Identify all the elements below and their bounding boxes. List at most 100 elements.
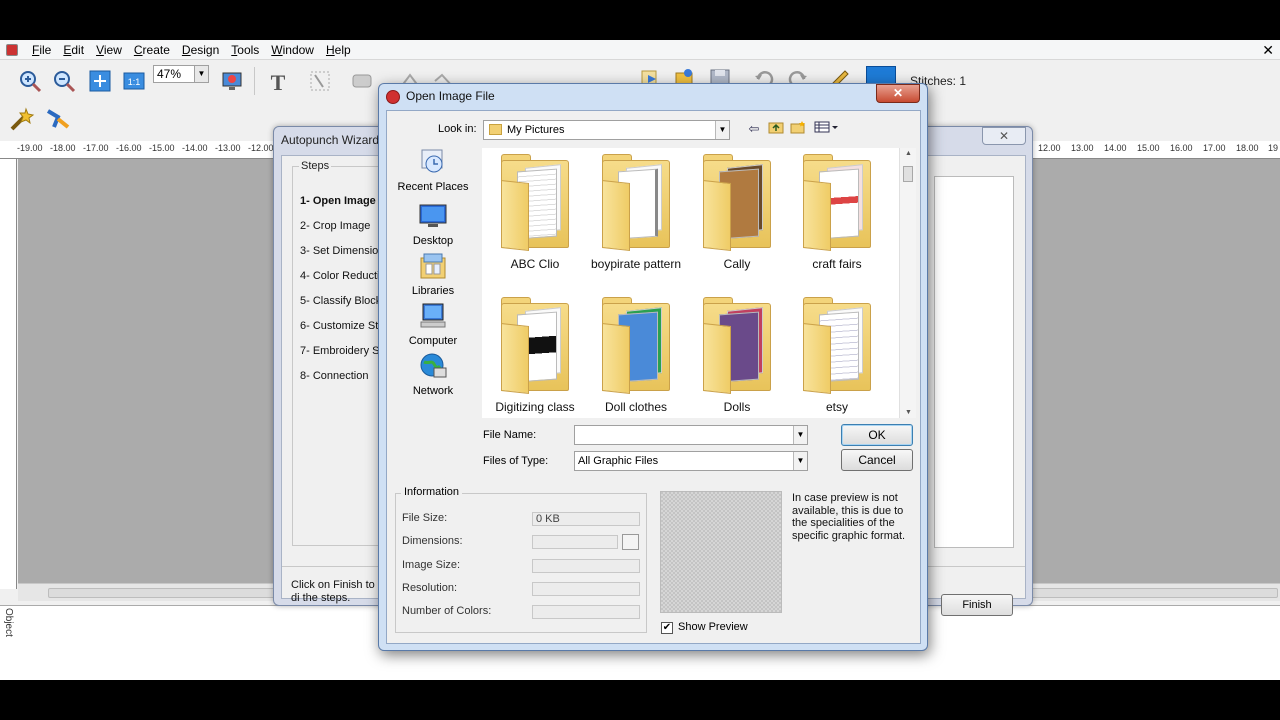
back-arrow-icon[interactable]: ⇦ — [745, 120, 763, 138]
dialog-close-icon[interactable]: ✕ — [876, 84, 920, 103]
menu-tools[interactable]: Tools — [225, 40, 265, 60]
place-computer[interactable]: Computer — [393, 302, 473, 347]
dimensions-button[interactable] — [622, 534, 639, 550]
dialog-title: Open Image File — [406, 89, 495, 103]
look-in-select[interactable]: My Pictures ▼ — [483, 120, 730, 140]
wizard-close-icon[interactable]: ✕ — [982, 127, 1026, 145]
place-libraries[interactable]: Libraries — [393, 252, 473, 297]
recent-places-icon — [421, 149, 443, 173]
place-label: Recent Places — [397, 181, 469, 193]
information-caption: Information — [401, 486, 463, 498]
resolution-value — [532, 582, 640, 596]
place-desktop[interactable]: Desktop — [393, 202, 473, 247]
finish-button[interactable]: Finish — [941, 594, 1013, 616]
ok-button[interactable]: OK — [841, 424, 913, 446]
folder-item[interactable]: boypirate pattern — [586, 150, 686, 280]
chevron-down-icon[interactable]: ▼ — [793, 452, 807, 470]
files-of-type-value: All Graphic Files — [578, 455, 659, 467]
app-icon — [6, 43, 18, 56]
text-tool-icon[interactable]: T — [264, 67, 292, 95]
objects-tab[interactable]: Object — [0, 608, 14, 678]
file-name-label: File Name: — [483, 429, 537, 441]
folder-item[interactable]: craft fairs — [787, 150, 887, 280]
wizard-hint: Click on Finish to di the steps. — [291, 579, 375, 604]
menu-window[interactable]: Window — [265, 40, 320, 60]
menu-create[interactable]: Create — [128, 40, 176, 60]
up-folder-icon[interactable] — [767, 120, 785, 138]
place-recent-places[interactable]: Recent Places — [393, 148, 473, 193]
zoom-in-icon[interactable] — [16, 67, 44, 95]
shape-tool-icon[interactable] — [348, 67, 376, 95]
place-label: Network — [412, 385, 454, 397]
files-of-type-select[interactable]: All Graphic Files ▼ — [574, 451, 808, 471]
ruler-label: -18.00 — [50, 143, 76, 153]
chevron-down-icon[interactable]: ▼ — [194, 66, 208, 82]
view-menu-icon[interactable] — [813, 120, 839, 138]
ruler-label: -12.00 — [248, 143, 274, 153]
number-of-colors-value — [532, 605, 640, 619]
new-folder-icon[interactable] — [789, 120, 807, 138]
folder-item[interactable]: Cally — [687, 150, 787, 280]
folder-item[interactable]: Dolls — [687, 293, 787, 423]
scrollbar-thumb[interactable] — [903, 166, 913, 182]
vertical-ruler — [0, 159, 17, 589]
cancel-button[interactable]: Cancel — [841, 449, 913, 471]
open-image-file-dialog: Open Image File ✕ Look in: My Pictures ▼… — [378, 83, 928, 651]
look-in-value: My Pictures — [507, 124, 565, 136]
ruler-label: -17.00 — [83, 143, 109, 153]
zoom-out-icon[interactable] — [50, 67, 78, 95]
place-label: Computer — [408, 335, 458, 347]
dialog-body: Look in: My Pictures ▼ ⇦ Recent Places D… — [386, 110, 921, 644]
wizard-title: Autopunch Wizard — [281, 133, 380, 147]
place-network[interactable]: Network — [393, 352, 473, 397]
folder-icon — [489, 124, 502, 135]
menu-bar: File Edit View Create Design Tools Windo… — [0, 40, 1280, 60]
chevron-down-icon[interactable]: ▼ — [793, 426, 807, 444]
ruler-label: 14.00 — [1104, 143, 1127, 153]
scroll-up-icon[interactable]: ▲ — [900, 150, 917, 157]
file-list-scrollbar[interactable]: ▲ ▼ — [899, 148, 916, 418]
dimensions-value — [532, 535, 618, 549]
scroll-down-icon[interactable]: ▼ — [900, 409, 917, 416]
chevron-down-icon[interactable]: ▼ — [715, 121, 729, 139]
dimensions-label: Dimensions: — [402, 535, 463, 547]
folder-item[interactable]: ABC Clio — [485, 150, 585, 280]
file-name-field[interactable]: ▼ — [574, 425, 808, 445]
menu-view[interactable]: View — [90, 40, 128, 60]
folder-item[interactable]: Digitizing class — [485, 293, 585, 423]
ruler-label: 16.00 — [1170, 143, 1193, 153]
zoom-actual-size-icon[interactable]: 1:1 — [120, 67, 148, 95]
folder-name: craft fairs — [812, 257, 862, 271]
app-logo-icon — [386, 90, 400, 104]
folder-item[interactable]: Doll clothes — [586, 293, 686, 423]
place-label: Desktop — [412, 235, 454, 247]
monitor-icon[interactable] — [218, 67, 246, 95]
svg-text:T: T — [271, 70, 286, 93]
steps-caption: Steps — [299, 160, 332, 172]
information-group: Information File Size: 0 KB Dimensions: … — [395, 486, 647, 633]
ruler-label: 18.00 — [1236, 143, 1259, 153]
magic-wand-icon[interactable] — [8, 105, 36, 133]
folder-name: etsy — [825, 400, 848, 414]
resolution-label: Resolution: — [402, 582, 458, 594]
ruler-label: -15.00 — [149, 143, 175, 153]
zoom-level-select[interactable]: 47% ▼ — [153, 65, 209, 83]
menu-design[interactable]: Design — [176, 40, 225, 60]
step-color-reduction: 4- Color Reductio — [300, 270, 386, 282]
look-in-label: Look in: — [438, 123, 477, 135]
app-close-icon[interactable]: ✕ — [1262, 42, 1274, 59]
places-bar: Recent Places Desktop Libraries Computer… — [393, 148, 473, 418]
autopunch-icon[interactable] — [44, 105, 72, 133]
menu-file[interactable]: File — [26, 40, 57, 60]
zoom-fit-icon[interactable] — [86, 67, 114, 95]
folder-item[interactable]: etsy — [787, 293, 887, 423]
ruler-label: 19 — [1268, 143, 1279, 153]
menu-help[interactable]: Help — [320, 40, 357, 60]
desktop-icon — [419, 204, 447, 227]
step-set-dimensions: 3- Set Dimension — [300, 245, 385, 257]
menu-edit[interactable]: Edit — [57, 40, 90, 60]
select-tool-icon[interactable] — [306, 67, 334, 95]
ruler-label: 13.00 — [1071, 143, 1094, 153]
steps-group: Steps 1- Open Image 2- Crop Image 3- Set… — [292, 160, 387, 546]
show-preview-checkbox[interactable]: ✔ — [661, 622, 673, 634]
